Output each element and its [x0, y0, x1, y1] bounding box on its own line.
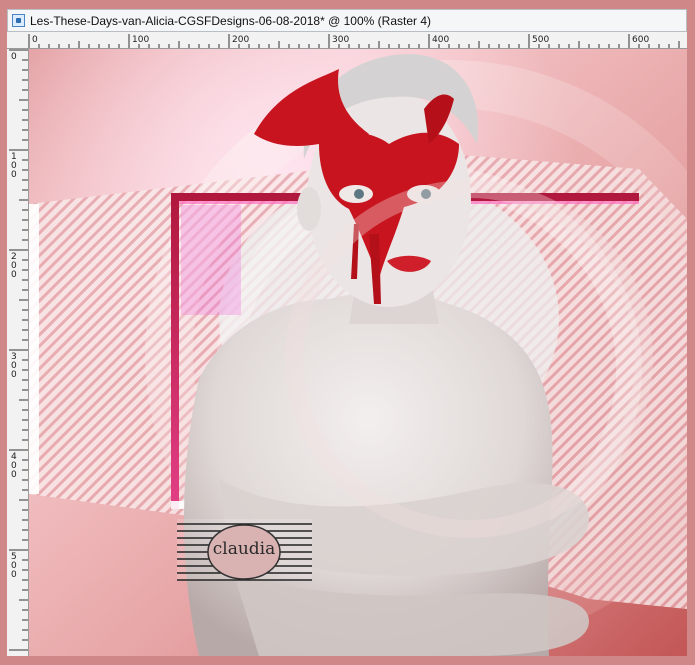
- vertical-ruler-ticks: 0100200300400500: [9, 49, 28, 651]
- image-canvas[interactable]: claudia: [29, 49, 687, 656]
- ruler-label: 100: [132, 35, 149, 45]
- ruler-label: 400: [432, 35, 449, 45]
- ruler-label: 300: [332, 35, 349, 45]
- ruler-label: 500: [532, 35, 549, 45]
- ruler-label: 0: [32, 35, 38, 45]
- document-icon: [12, 14, 25, 27]
- ruler-label: 0: [11, 570, 17, 580]
- ruler-label: 200: [232, 35, 249, 45]
- ruler-label: 0: [11, 470, 17, 480]
- window-title: Les-These-Days-van-Alicia-CGSFDesigns-06…: [30, 14, 431, 28]
- ruler-label: 600: [632, 35, 649, 45]
- ruler-label: 0: [11, 170, 17, 180]
- watermark-logo: claudia: [177, 519, 312, 581]
- image-window: Les-These-Days-van-Alicia-CGSFDesigns-06…: [0, 0, 695, 665]
- vertical-ruler[interactable]: 0100200300400500: [7, 49, 29, 656]
- window-titlebar[interactable]: Les-These-Days-van-Alicia-CGSFDesigns-06…: [7, 9, 687, 32]
- white-edge: [29, 204, 39, 494]
- figure-ear: [297, 187, 321, 231]
- artwork: claudia: [29, 49, 687, 656]
- pink-glow-left: [181, 205, 241, 315]
- ruler-label: 0: [11, 270, 17, 280]
- horizontal-ruler[interactable]: 0 100 200 300 400 500 600: [7, 32, 687, 49]
- ruler-label: 0: [11, 52, 17, 62]
- watermark-text: claudia: [213, 539, 276, 559]
- horizontal-ruler-ticks: 0 100 200 300 400 500 600: [28, 34, 680, 48]
- ruler-label: 0: [11, 370, 17, 380]
